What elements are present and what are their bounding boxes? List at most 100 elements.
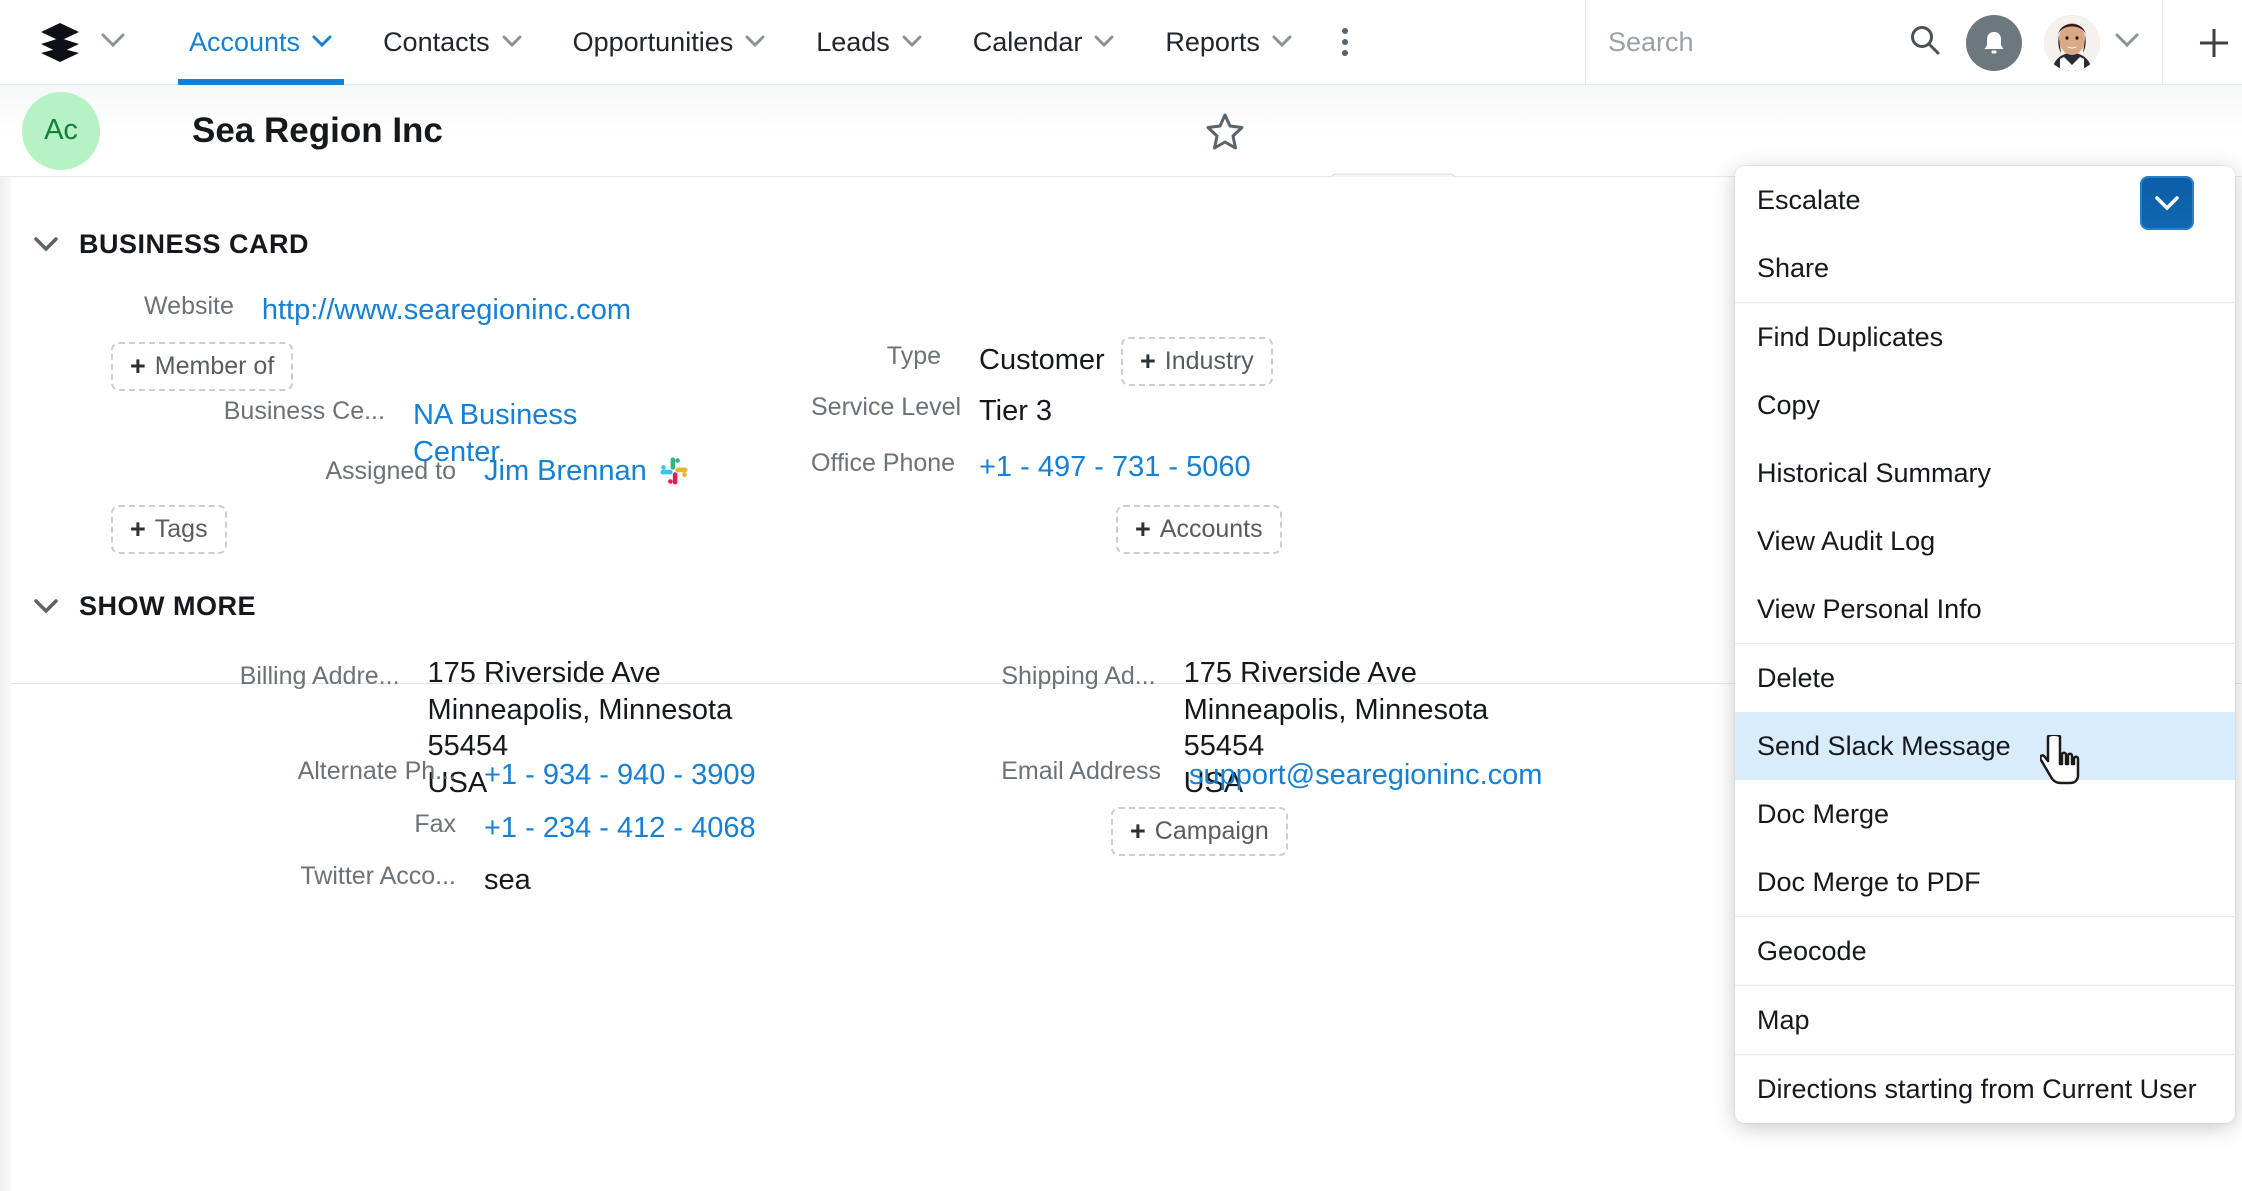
logo-area[interactable] — [0, 20, 126, 64]
section-header-show-more[interactable]: SHOW MORE — [33, 591, 256, 622]
left-edge-strip — [0, 177, 11, 1191]
menu-item-find-duplicates[interactable]: Find Duplicates — [1735, 303, 2235, 371]
menu-item-directions-from-current-user[interactable]: Directions starting from Current User — [1735, 1055, 2235, 1123]
mouse-cursor-pointer — [2040, 735, 2084, 792]
field-campaign: + Campaign — [1111, 807, 1288, 856]
chip-label: Campaign — [1155, 817, 1269, 846]
section-header-business-card[interactable]: BUSINESS CARD — [33, 229, 309, 260]
chevron-down-icon[interactable] — [1271, 31, 1293, 54]
record-action-menu: Escalate Share Find Duplicates Copy Hist… — [1735, 166, 2235, 1123]
field-value[interactable]: +1 - 934 - 940 - 3909 — [484, 757, 756, 794]
field-email-address: Email Address support@searegioninc.com — [811, 757, 1571, 794]
chip-label: Member of — [155, 352, 274, 381]
field-value: Tier 3 — [979, 393, 1052, 430]
field-website: Website http://www.searegioninc.com — [11, 292, 631, 329]
nav-item-label: Calendar — [973, 27, 1083, 58]
field-twitter-account: Twitter Acco... sea — [11, 862, 771, 899]
chevron-down-icon[interactable] — [33, 592, 59, 621]
field-label: Assigned to — [11, 457, 456, 486]
avatar-chevron-down-icon[interactable] — [2114, 32, 2140, 53]
chevron-down-icon[interactable] — [311, 31, 333, 54]
field-service-level: Service Level Tier 3 — [811, 393, 1411, 430]
menu-item-historical-summary[interactable]: Historical Summary — [1735, 439, 2235, 507]
plus-icon: + — [1135, 514, 1151, 545]
field-value[interactable]: Jim Brennan — [484, 453, 647, 490]
edit-dropdown-button[interactable] — [2140, 176, 2194, 230]
logo-chevron-down-icon[interactable] — [100, 32, 126, 53]
field-label: Fax — [11, 810, 456, 847]
record-avatar-initials: Ac — [44, 114, 78, 147]
menu-item-view-personal-info[interactable]: View Personal Info — [1735, 575, 2235, 643]
page-title: Sea Region Inc — [192, 111, 443, 151]
nav-item-label: Reports — [1165, 27, 1260, 58]
menu-item-geocode[interactable]: Geocode — [1735, 917, 2235, 985]
section-title: BUSINESS CARD — [79, 229, 309, 260]
search-input[interactable] — [1608, 27, 1868, 58]
field-assigned-to: Assigned to Jim Brennan — [11, 453, 711, 490]
menu-item-share[interactable]: Share — [1735, 234, 2235, 302]
menu-item-copy[interactable]: Copy — [1735, 371, 2235, 439]
field-label: Alternate Ph... — [11, 757, 456, 794]
kebab-dot — [1342, 50, 1348, 56]
menu-item-send-slack-message[interactable]: Send Slack Message — [1735, 712, 2235, 780]
add-tags-chip[interactable]: + Tags — [111, 505, 227, 554]
field-label: Twitter Acco... — [11, 862, 456, 899]
user-avatar[interactable] — [2044, 15, 2100, 71]
nav-item-accounts[interactable]: Accounts — [164, 0, 358, 85]
search-area — [1585, 0, 2163, 85]
field-member-of: + Member of — [111, 342, 293, 391]
menu-item-doc-merge-to-pdf[interactable]: Doc Merge to PDF — [1735, 848, 2235, 916]
kebab-dot — [1342, 39, 1348, 45]
field-value: Customer — [979, 342, 1105, 379]
add-campaign-chip[interactable]: + Campaign — [1111, 807, 1288, 856]
kebab-menu-icon[interactable] — [1318, 28, 1372, 56]
field-office-phone: Office Phone +1 - 497 - 731 - 5060 — [811, 449, 1411, 486]
field-label: Service Level — [811, 393, 941, 430]
nav-item-contacts[interactable]: Contacts — [358, 0, 548, 85]
chip-label: Tags — [155, 515, 208, 544]
nav-item-label: Leads — [816, 27, 890, 58]
chip-label: Accounts — [1160, 515, 1263, 544]
plus-icon[interactable] — [2185, 0, 2242, 85]
chevron-down-icon[interactable] — [744, 31, 766, 54]
nav-item-opportunities[interactable]: Opportunities — [548, 0, 792, 85]
slack-icon[interactable] — [659, 456, 689, 486]
add-member-of-chip[interactable]: + Member of — [111, 342, 293, 391]
field-type: Type Customer — [811, 342, 1411, 379]
nav-item-reports[interactable]: Reports — [1140, 0, 1318, 85]
plus-icon: + — [130, 514, 146, 545]
star-outline-icon[interactable] — [1205, 111, 1245, 156]
top-navigation-bar: Accounts Contacts Opportunities Leads — [0, 0, 2242, 85]
nav-item-label: Contacts — [383, 27, 490, 58]
stack-logo-icon[interactable] — [38, 20, 82, 64]
field-value[interactable]: +1 - 234 - 412 - 4068 — [484, 810, 756, 847]
chevron-down-icon[interactable] — [901, 31, 923, 54]
field-value[interactable]: support@searegioninc.com — [1189, 757, 1542, 794]
nav-item-label: Accounts — [189, 27, 300, 58]
bell-icon[interactable] — [1966, 15, 2022, 71]
field-alternate-phone: Alternate Ph... +1 - 934 - 940 - 3909 — [11, 757, 771, 794]
plus-icon: + — [1130, 816, 1146, 847]
menu-item-delete[interactable]: Delete — [1735, 644, 2235, 712]
field-tags: + Tags — [111, 505, 227, 554]
menu-item-doc-merge[interactable]: Doc Merge — [1735, 780, 2235, 848]
chevron-down-icon[interactable] — [501, 31, 523, 54]
add-accounts-chip[interactable]: + Accounts — [1116, 505, 1282, 554]
search-icon[interactable] — [1908, 23, 1942, 62]
field-label: Type — [811, 342, 941, 379]
field-accounts: + Accounts — [1116, 505, 1282, 554]
chevron-down-icon[interactable] — [33, 230, 59, 259]
menu-item-view-audit-log[interactable]: View Audit Log — [1735, 507, 2235, 575]
chevron-down-icon[interactable] — [1093, 31, 1115, 54]
section-title: SHOW MORE — [79, 591, 256, 622]
field-value: sea — [484, 862, 531, 899]
field-value[interactable]: http://www.searegioninc.com — [262, 292, 631, 329]
nav-item-leads[interactable]: Leads — [791, 0, 948, 85]
nav-item-calendar[interactable]: Calendar — [948, 0, 1141, 85]
nav-items: Accounts Contacts Opportunities Leads — [164, 0, 1372, 85]
record-avatar: Ac — [22, 92, 100, 170]
field-fax: Fax +1 - 234 - 412 - 4068 — [11, 810, 771, 847]
menu-item-map[interactable]: Map — [1735, 986, 2235, 1054]
field-value[interactable]: +1 - 497 - 731 - 5060 — [979, 449, 1251, 486]
plus-icon: + — [130, 351, 146, 382]
